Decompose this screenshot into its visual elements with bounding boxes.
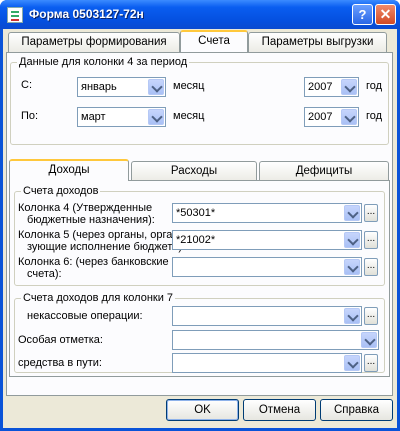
title-bar[interactable]: Форма 0503127-72н ? ✕ xyxy=(0,0,400,29)
chevron-down-icon[interactable] xyxy=(341,79,357,95)
col4-label-line1: Колонка 4 (Утвержденные xyxy=(18,202,153,214)
income-accounts-group: Счета доходов Колонка 4 (Утвержденные бю… xyxy=(14,185,385,286)
in-transit-select[interactable] xyxy=(172,353,362,373)
noncash-label: некассовые операции: xyxy=(27,310,143,322)
chevron-down-icon[interactable] xyxy=(148,79,164,95)
tab-expenses[interactable]: Расходы xyxy=(131,161,257,181)
chevron-down-icon[interactable] xyxy=(344,259,360,275)
cancel-button[interactable]: Отмена xyxy=(243,399,316,421)
from-year-select[interactable]: 2007 xyxy=(304,77,359,97)
tab-export-params[interactable]: Параметры выгрузки xyxy=(248,32,387,52)
window-title: Форма 0503127-72н xyxy=(29,7,144,21)
app-icon xyxy=(7,7,23,23)
from-year-value: 2007 xyxy=(308,81,333,93)
period-group-title: Данные для колонки 4 за период xyxy=(17,56,190,68)
noncash-browse-button[interactable]: ... xyxy=(364,307,378,325)
dialog-window: Форма 0503127-72н ? ✕ Параметры формиров… xyxy=(0,0,400,431)
chevron-down-icon[interactable] xyxy=(361,332,377,348)
special-mark-select[interactable] xyxy=(172,330,379,350)
to-month-label: месяц xyxy=(173,110,205,122)
col6-account-select[interactable] xyxy=(172,257,362,277)
col4-browse-button[interactable]: ... xyxy=(364,204,378,222)
from-month-value: январь xyxy=(81,81,117,93)
to-month-value: март xyxy=(81,111,106,123)
to-year-select[interactable]: 2007 xyxy=(304,107,359,127)
col6-label-line1: Колонка 6: (через банковские xyxy=(18,256,169,268)
col5-label-line1: Колонка 5 (через органы, органи- xyxy=(18,229,189,241)
col4-label-line2: бюджетные назначения): xyxy=(27,214,155,226)
from-year-label: год xyxy=(366,80,383,92)
col5-browse-button[interactable]: ... xyxy=(364,231,378,249)
to-label: По: xyxy=(21,110,39,122)
tab-deficits[interactable]: Дефициты xyxy=(259,161,389,181)
income-panel: Счета доходов Колонка 4 (Утвержденные бю… xyxy=(9,180,390,377)
tab-generation-params[interactable]: Параметры формирования xyxy=(8,32,180,52)
in-transit-browse-button[interactable]: ... xyxy=(364,354,378,372)
col5-label-line2: зующие исполнение бюджета): xyxy=(27,241,186,253)
col4-account-value: *50301* xyxy=(176,207,216,219)
col5-account-value: *21002* xyxy=(176,234,216,246)
col6-label-line2: счета): xyxy=(27,268,62,280)
from-month-label: месяц xyxy=(173,80,205,92)
chevron-down-icon[interactable] xyxy=(341,109,357,125)
to-month-select[interactable]: март xyxy=(77,107,166,127)
chevron-down-icon[interactable] xyxy=(344,308,360,324)
to-year-value: 2007 xyxy=(308,111,333,123)
special-mark-label: Особая отметка: xyxy=(18,334,103,346)
close-button[interactable]: ✕ xyxy=(375,4,396,25)
col6-browse-button[interactable]: ... xyxy=(364,258,378,276)
col4-account-select[interactable]: *50301* xyxy=(172,203,362,223)
tab-income[interactable]: Доходы xyxy=(9,159,129,181)
income-group-title: Счета доходов xyxy=(21,185,101,197)
chevron-down-icon[interactable] xyxy=(344,205,360,221)
from-month-select[interactable]: январь xyxy=(77,77,166,97)
col7-group-title: Счета доходов для колонки 7 xyxy=(21,292,176,304)
chevron-down-icon[interactable] xyxy=(148,109,164,125)
chevron-down-icon[interactable] xyxy=(344,355,360,371)
from-label: С: xyxy=(21,79,32,91)
help-title-button[interactable]: ? xyxy=(352,4,373,25)
tab-accounts[interactable]: Счета xyxy=(180,30,248,52)
col7-accounts-group: Счета доходов для колонки 7 некассовые о… xyxy=(14,292,385,373)
period-group: Данные для колонки 4 за период С: январь… xyxy=(10,56,389,145)
help-button[interactable]: Справка xyxy=(320,399,393,421)
accounts-panel: Данные для колонки 4 за период С: январь… xyxy=(6,52,393,396)
in-transit-label: средства в пути: xyxy=(18,357,102,369)
col5-account-select[interactable]: *21002* xyxy=(172,230,362,250)
ok-button[interactable]: OK xyxy=(166,399,239,421)
dialog-client: Параметры формирования Счета Параметры в… xyxy=(3,29,397,428)
chevron-down-icon[interactable] xyxy=(344,232,360,248)
noncash-select[interactable] xyxy=(172,306,362,326)
to-year-label: год xyxy=(366,110,383,122)
